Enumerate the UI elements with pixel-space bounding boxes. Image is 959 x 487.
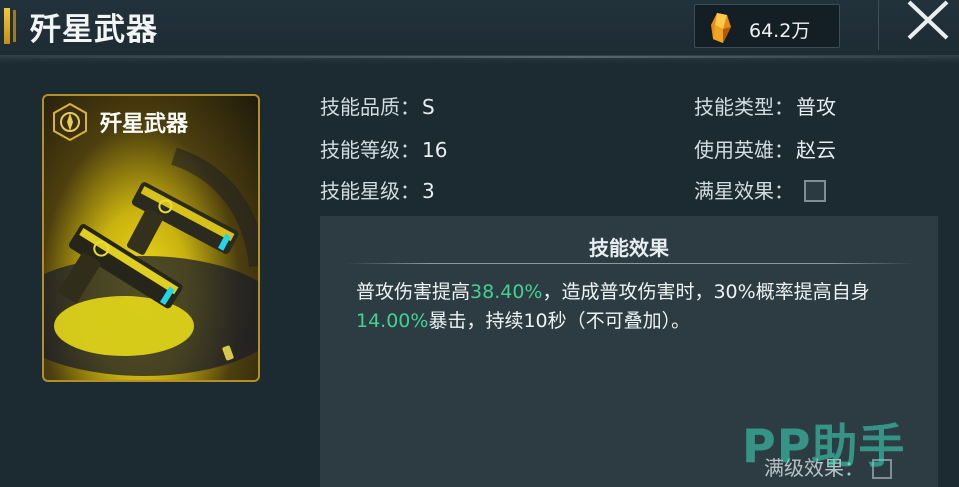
weapon-art [44,147,258,376]
currency-amount: 64.2万 [749,20,811,42]
hero-row: 使用英雄： 赵云 [694,134,836,163]
effect-divider [346,263,914,264]
skill-badge-icon [53,102,87,142]
fullstar-label: 满星效果： [694,179,794,203]
star-value: 3 [422,179,435,203]
fullstar-checkbox[interactable] [804,180,826,202]
level-label: 技能等级： [320,138,420,162]
header-underline [0,56,959,64]
effect-text-1: 普攻伤害提高 [356,281,471,303]
effect-description: 普攻伤害提高38.40%，造成普攻伤害时，30%概率提高自身 14.00%暴击，持… [356,278,916,336]
card-title: 歼星武器 [100,111,189,137]
hero-label: 使用英雄： [694,138,794,162]
effect-title: 技能效果 [589,236,669,260]
type-label: 技能类型： [694,95,794,119]
quality-value: S [422,95,435,119]
crystal-icon [711,13,731,43]
star-row: 技能星级： 3 [320,175,435,204]
effect-text-3: 暴击，持续10秒（不可叠加）。 [428,310,691,332]
watermark: PP助手 [742,419,906,473]
header-accent [4,8,16,44]
type-value: 普攻 [796,95,836,119]
type-row: 技能类型： 普攻 [694,91,836,120]
close-icon[interactable] [905,0,951,40]
top-bar: 歼星武器 64.2万 [0,0,959,56]
quality-row: 技能品质： S [320,91,435,120]
quality-label: 技能品质： [320,95,420,119]
hero-value: 赵云 [796,138,836,162]
page-title: 歼星武器 [30,12,158,48]
effect-value-1: 38.40% [470,281,543,303]
fullstar-row: 满星效果： [694,175,826,204]
skill-card: 歼星武器 [42,94,260,382]
level-value: 16 [422,138,448,162]
star-label: 技能星级： [320,179,420,203]
effect-text-2: ，造成普攻伤害时，30%概率提高自身 [542,281,870,303]
divider [878,0,879,50]
effect-value-2: 14.00% [356,310,429,332]
currency-display: 64.2万 [694,4,840,48]
level-row: 技能等级： 16 [320,134,447,163]
